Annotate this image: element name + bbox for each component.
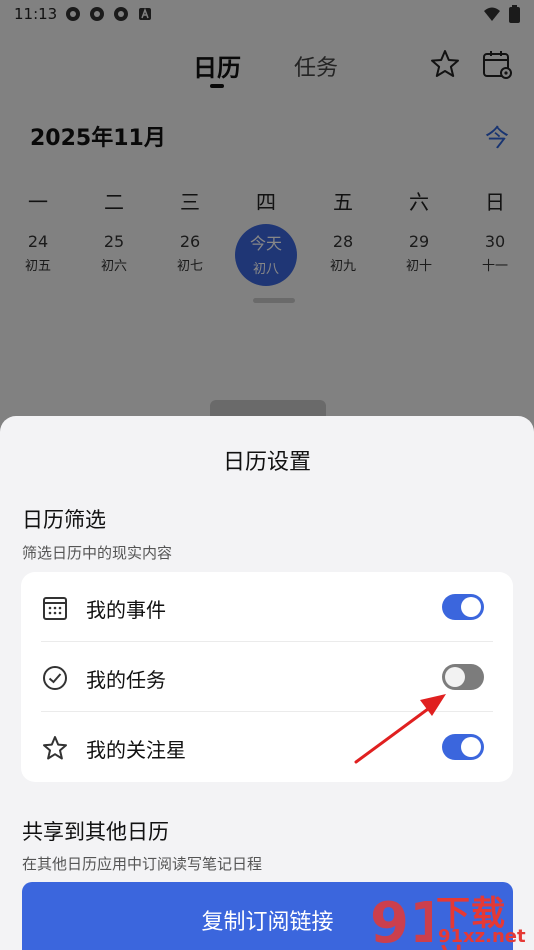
filter-section-title: 日历筛选 <box>22 508 106 532</box>
filter-label: 我的任务 <box>86 668 166 692</box>
tasks-toggle[interactable] <box>442 664 484 690</box>
watermark-site: 91xz.net <box>438 926 526 947</box>
filter-card: 我的事件 我的任务 我的关注星 <box>21 572 513 782</box>
watermark: 91 下载站 91xz.net <box>370 884 534 950</box>
sheet-title: 日历设置 <box>222 450 311 475</box>
filter-row-events[interactable]: 我的事件 <box>21 572 513 642</box>
share-section-subtitle: 在其他日历应用中订阅读写笔记日程 <box>22 855 263 873</box>
calendar-settings-sheet: 日历设置 日历筛选 筛选日历中的现实内容 我的事件 我的任务 我的关注星 共享到… <box>0 416 534 950</box>
stars-toggle[interactable] <box>442 734 484 760</box>
filter-section-subtitle: 筛选日历中的现实内容 <box>22 544 173 562</box>
calendar-icon <box>43 597 67 620</box>
watermark-logo-icon: 91 <box>370 891 432 950</box>
toggle-knob <box>461 737 481 757</box>
filter-label: 我的关注星 <box>86 738 186 762</box>
check-circle-icon <box>43 666 67 690</box>
share-section-title: 共享到其他日历 <box>22 820 169 844</box>
filter-row-tasks[interactable]: 我的任务 <box>21 642 513 712</box>
toggle-knob <box>445 667 465 687</box>
star-icon <box>43 736 67 760</box>
toggle-knob <box>461 597 481 617</box>
filter-label: 我的事件 <box>86 598 166 622</box>
events-toggle[interactable] <box>442 594 484 620</box>
svg-text:91: 91 <box>370 891 432 950</box>
filter-row-stars[interactable]: 我的关注星 <box>21 712 513 782</box>
